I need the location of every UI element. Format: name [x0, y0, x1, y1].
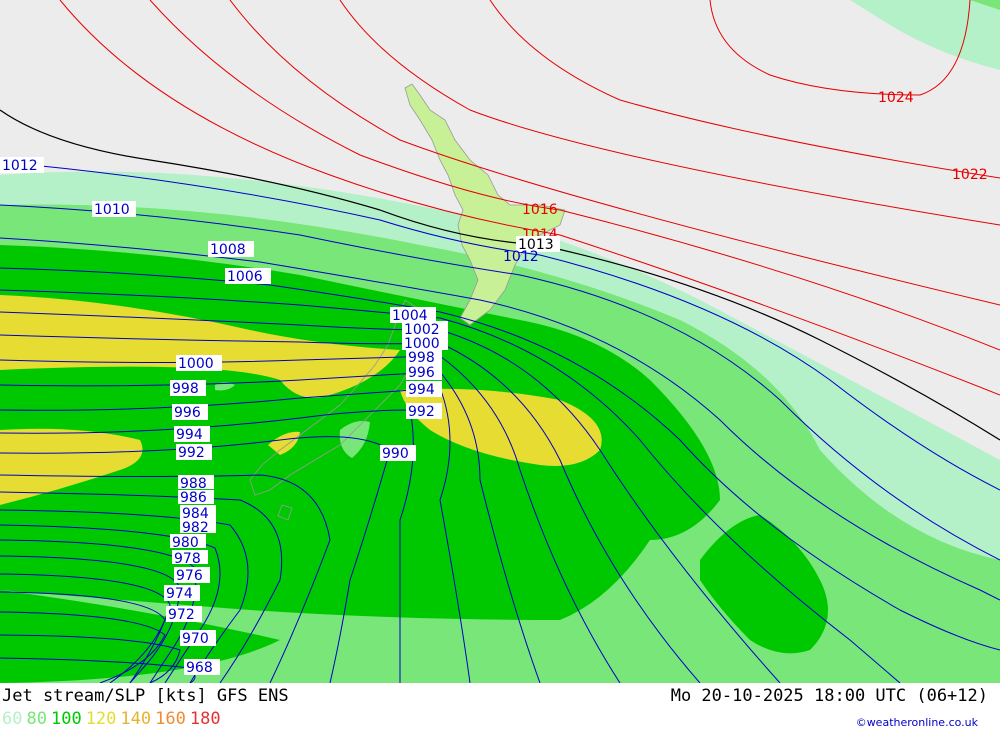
isobar-label-1016: 1016	[522, 202, 558, 218]
isobar-label-998-east: 998	[408, 350, 435, 366]
isobar-label-976: 976	[176, 568, 203, 584]
legend-item-60: 60	[2, 709, 23, 729]
isobar-label-992-east: 992	[408, 404, 435, 420]
credit-link[interactable]: ©weatheronline.co.uk	[856, 716, 978, 729]
isobar-label-998-west: 998	[172, 381, 199, 397]
legend-item-100: 100	[50, 709, 82, 729]
isobar-label-1012-east: 1012	[503, 249, 539, 265]
isobar-label-1000-west: 1000	[178, 356, 214, 372]
isobar-label-974: 974	[166, 586, 193, 602]
isobar-label-1022: 1022	[952, 167, 988, 183]
isobar-label-1012-west: 1012	[2, 158, 38, 174]
legend-item-160: 160	[155, 709, 186, 729]
isobar-label-986: 986	[180, 490, 207, 506]
isobar-label-982: 982	[182, 520, 209, 536]
isobar-label-980: 980	[172, 535, 199, 551]
legend-item-80: 80	[26, 709, 47, 729]
isobar-label-992-west: 992	[178, 445, 205, 461]
isobar-label-1010: 1010	[94, 202, 130, 218]
isobar-label-970: 970	[182, 631, 209, 647]
map-datetime: Mo 20-10-2025 18:00 UTC (06+12)	[670, 686, 988, 706]
legend-item-180: 180	[189, 709, 221, 729]
isobar-label-994-west: 994	[176, 427, 203, 443]
legend-item-120: 120	[85, 709, 117, 729]
isobar-label-996-east: 996	[408, 365, 435, 381]
isobar-label-994-east: 994	[408, 382, 435, 398]
isobar-label-990: 990	[382, 446, 409, 462]
weather-map: 1024 1022 1016 1014 1013 1012 1012 1010 …	[0, 0, 1000, 683]
isobar-label-968: 968	[186, 660, 213, 676]
isobar-label-1008: 1008	[210, 242, 246, 258]
map-title: Jet stream/SLP [kts] GFS ENS	[2, 686, 289, 706]
isobar-label-972: 972	[168, 607, 195, 623]
isobar-label-1006: 1006	[227, 269, 263, 285]
legend-item-140: 140	[120, 709, 152, 729]
jet-speed-legend: 60 80 100 120 140 160 180	[2, 709, 225, 729]
isobar-label-1024: 1024	[878, 90, 914, 106]
isobar-label-978: 978	[174, 551, 201, 567]
isobar-label-996-west: 996	[174, 405, 201, 421]
map-footer: Jet stream/SLP [kts] GFS ENS Mo 20-10-20…	[0, 683, 1000, 733]
